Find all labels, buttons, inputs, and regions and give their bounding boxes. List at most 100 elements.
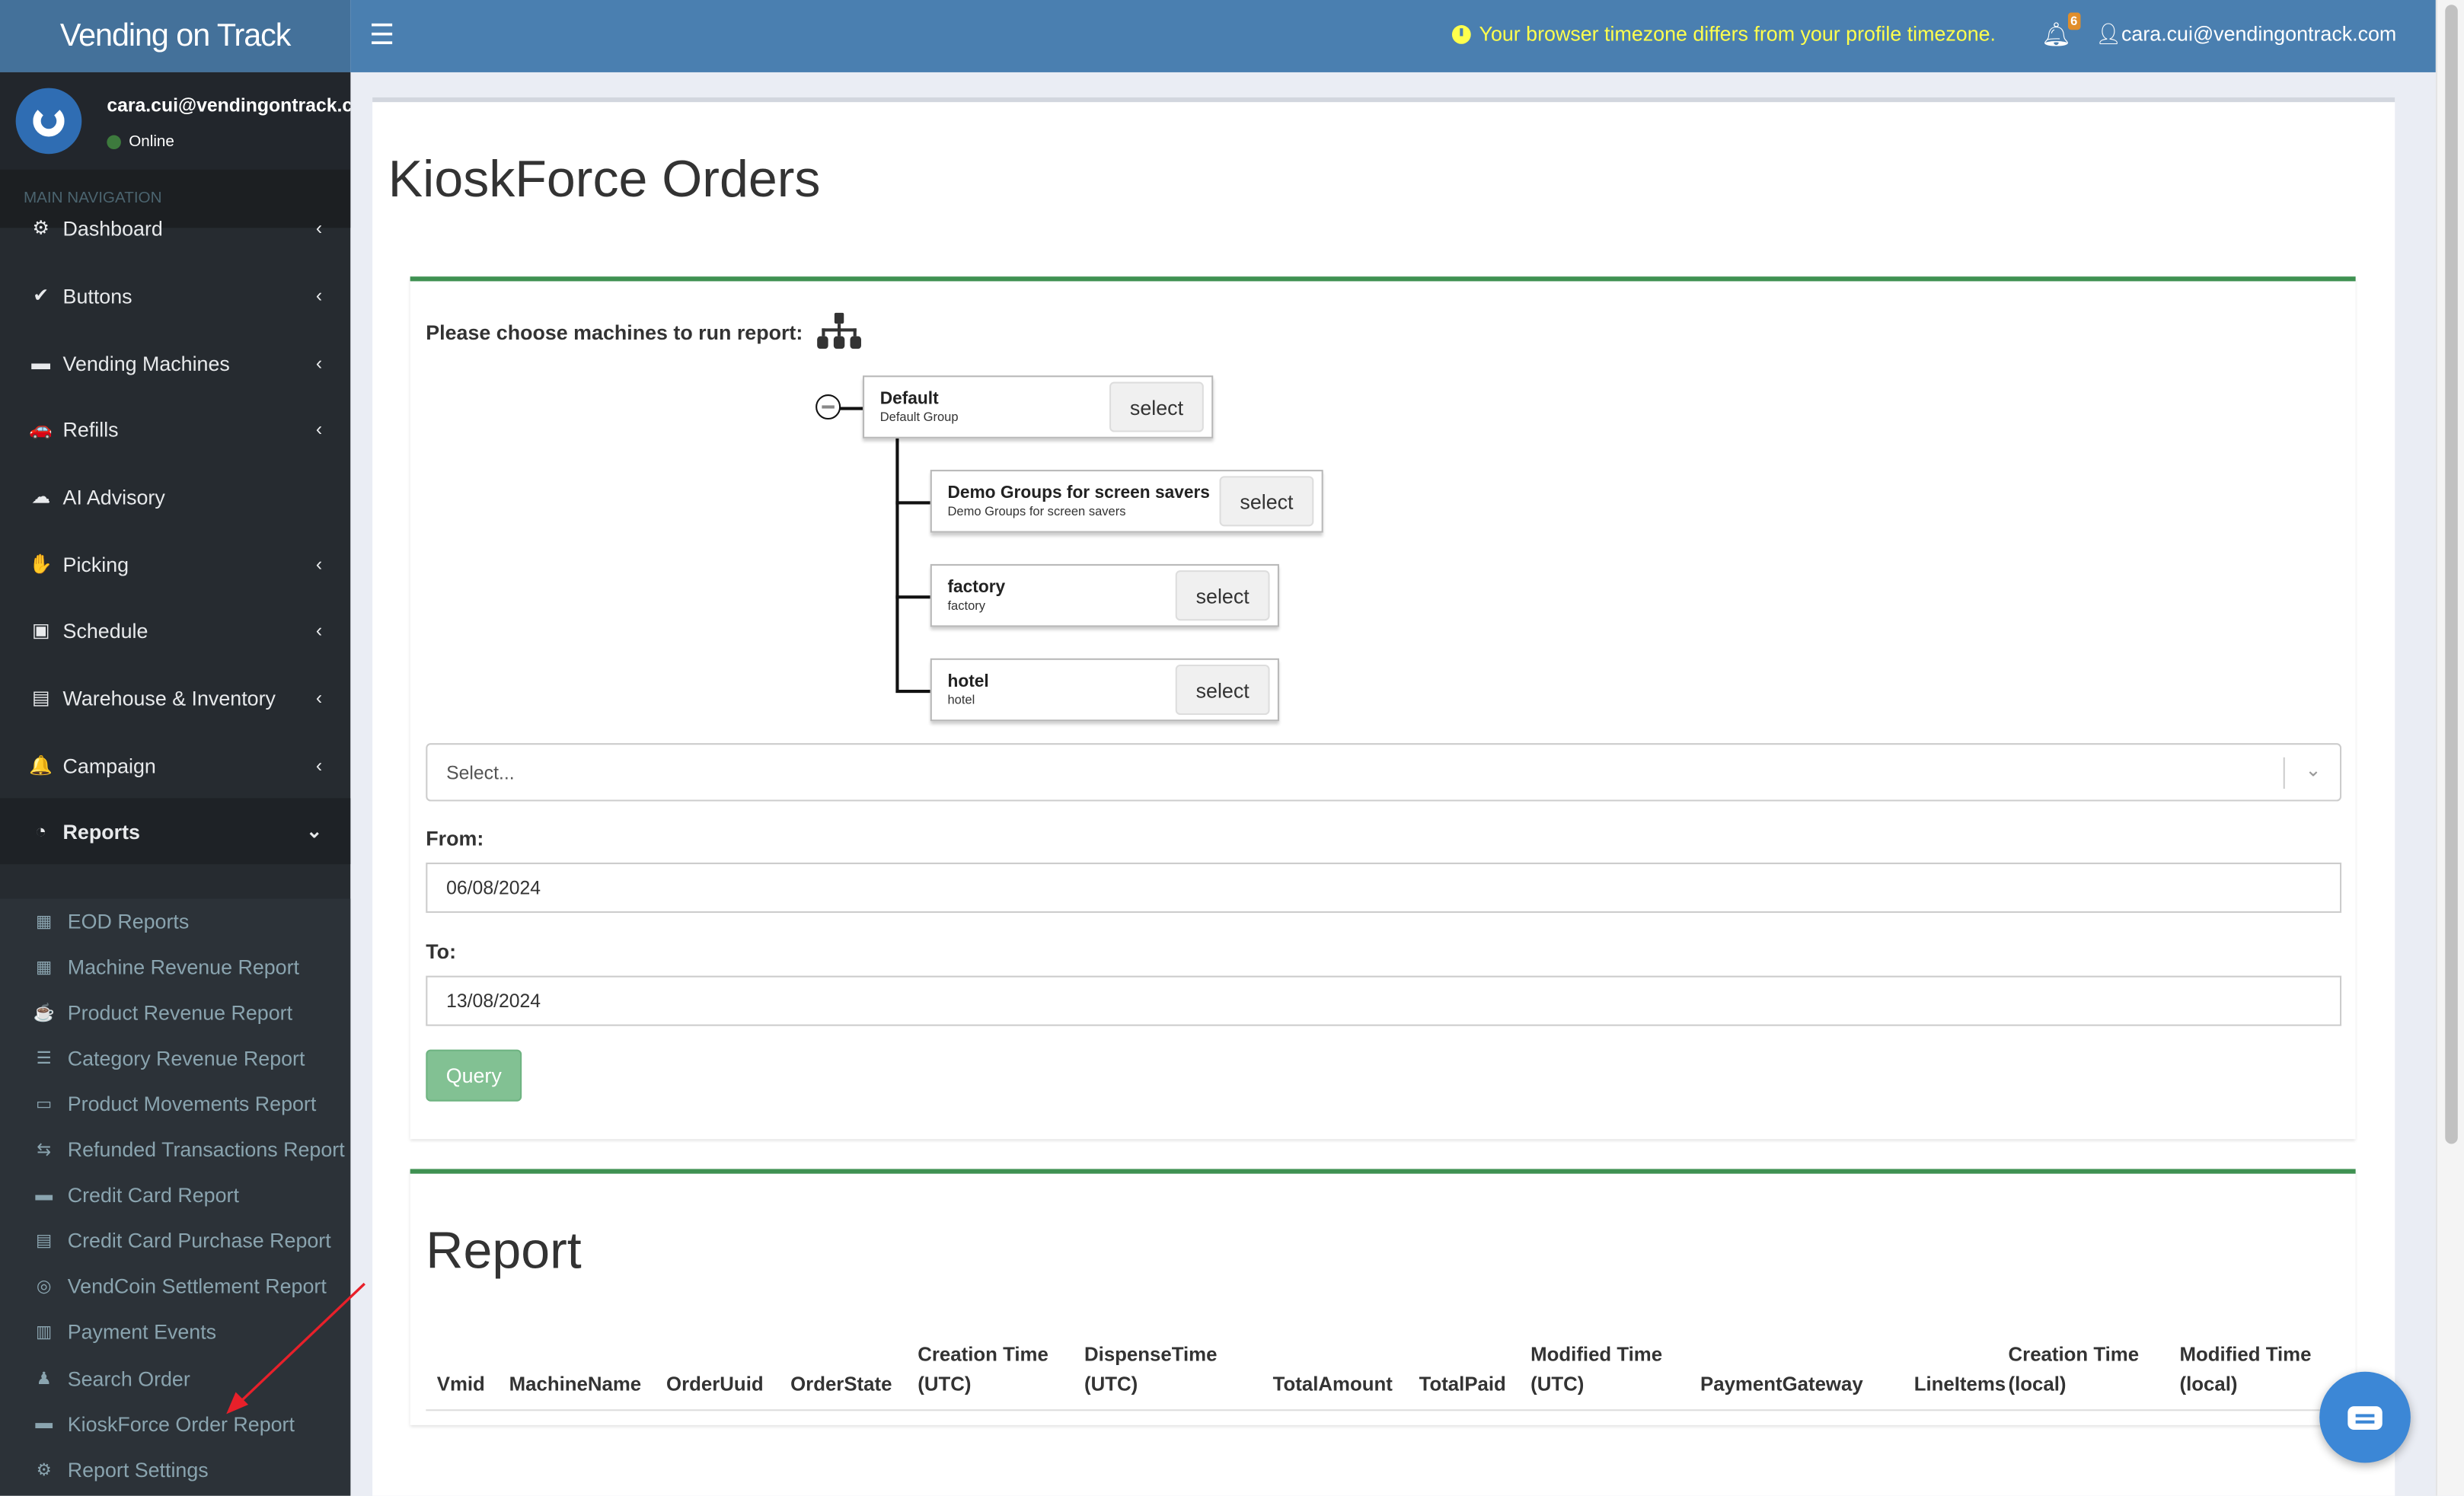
report-icon: ▤: [36, 1232, 53, 1252]
select-button[interactable]: select: [1219, 476, 1314, 527]
column-header[interactable]: PaymentGateway: [1700, 1370, 1863, 1400]
subitem-label: Product Movements Report: [67, 1092, 317, 1116]
subitem-label: Credit Card Report: [67, 1183, 239, 1207]
node-desc: Demo Groups for screen savers: [947, 504, 1126, 519]
chat-icon: [2348, 1405, 2383, 1430]
user-email: cara.cui@vendingontrack.com: [2121, 21, 2397, 46]
column-header[interactable]: TotalAmount: [1273, 1370, 1393, 1400]
sidebar-item-schedule[interactable]: ▣ Schedule ‹: [0, 597, 350, 663]
chevron-left-icon: ‹: [315, 553, 323, 576]
report-icon: ☰: [36, 1049, 52, 1068]
scrollbar-thumb[interactable]: [2445, 5, 2458, 1144]
machine-select-placeholder: Select...: [446, 761, 515, 783]
select-button[interactable]: select: [1109, 381, 1204, 432]
chevron-left-icon: ‹: [315, 619, 323, 642]
sidebar-subitem-product-movements-report[interactable]: ▭ Product Movements Report: [31, 1081, 316, 1127]
sidebar-item-warehouse-inventory[interactable]: ▤ Warehouse & Inventory ‹: [0, 665, 350, 731]
nav-icon: ▬: [31, 352, 51, 375]
app-logo[interactable]: Vending on Track: [0, 0, 351, 72]
column-header[interactable]: Vmid: [437, 1370, 485, 1400]
sidebar-subitem-credit-card-purchase-report[interactable]: ▤ Credit Card Purchase Report: [31, 1218, 331, 1264]
sidebar-item-label: Reports: [62, 819, 140, 844]
nav-icon: 🔔: [29, 754, 53, 777]
report-icon: ♟: [36, 1369, 52, 1389]
chevron-down-icon[interactable]: ⌄: [2305, 759, 2321, 781]
chevron-left-icon: ‹: [315, 754, 323, 777]
sidebar-item-refills[interactable]: 🚗 Refills ‹: [0, 396, 350, 462]
page-title: KioskForce Orders: [388, 149, 821, 208]
sitemap-icon: [816, 312, 861, 349]
nav-icon: ▤: [31, 686, 50, 709]
machine-select[interactable]: Select... ⌄: [426, 743, 2342, 802]
tree-connector: [895, 595, 930, 598]
top-navbar: ☰ Your browser timezone differs from you…: [350, 0, 2436, 72]
subitem-label: Payment Events: [67, 1320, 217, 1344]
sidebar-subitem-payment-events[interactable]: ▥ Payment Events: [31, 1309, 216, 1355]
chat-button[interactable]: [2319, 1371, 2411, 1463]
user-menu[interactable]: 👤︎cara.cui@vendingontrack.com: [2095, 22, 2396, 47]
to-date-value: 13/08/2024: [446, 990, 541, 1013]
column-header[interactable]: OrderUuid: [666, 1370, 764, 1400]
column-header[interactable]: OrderState: [790, 1370, 892, 1400]
timezone-warning: Your browser timezone differs from your …: [1452, 22, 1996, 46]
subitem-label: Search Order: [67, 1366, 190, 1390]
content-panel: KioskForce Orders Please choose machines…: [372, 97, 2395, 1496]
red-arrow-annotation: [226, 1282, 365, 1415]
chevron-left-icon: ‹: [315, 216, 323, 239]
sidebar-item-campaign[interactable]: 🔔 Campaign ‹: [0, 732, 350, 799]
subitem-label: EOD Reports: [67, 908, 190, 933]
subitem-label: Product Revenue Report: [67, 1000, 293, 1024]
clock-icon: [1452, 24, 1472, 43]
sidebar-item-dashboard[interactable]: ⚙ Dashboard ‹: [0, 195, 350, 261]
node-name: hotel: [947, 672, 989, 692]
to-date-input[interactable]: 13/08/2024: [426, 975, 2342, 1026]
bell-icon[interactable]: 🔔︎: [2041, 21, 2071, 49]
sidebar-item-label: Refills: [62, 416, 119, 441]
power-icon: [33, 105, 65, 137]
select-button[interactable]: select: [1175, 664, 1270, 716]
report-table-header: Vmid MachineName OrderUuid OrderState Creati…: [426, 1338, 2344, 1411]
page-scrollbar[interactable]: [2435, 0, 2464, 1496]
report-title: Report: [426, 1220, 582, 1279]
column-header[interactable]: Modified Time (UTC): [1530, 1340, 1672, 1399]
sidebar-subitem-machine-revenue-report[interactable]: ▦ Machine Revenue Report: [31, 944, 299, 990]
nav-icon: ✋: [29, 553, 53, 576]
collapse-node-icon[interactable]: [815, 394, 841, 420]
sidebar-item-buttons[interactable]: ✔ Buttons ‹: [0, 263, 350, 329]
nav-icon: ☁: [31, 485, 51, 508]
subitem-label: Report Settings: [67, 1457, 209, 1482]
tree-connector: [839, 407, 865, 410]
column-header[interactable]: Creation Time (UTC): [918, 1340, 1059, 1399]
choose-label-text: Please choose machines to run report:: [426, 319, 803, 343]
column-header[interactable]: DispenseTime (UTC): [1084, 1340, 1226, 1399]
tree-connector: [895, 501, 930, 504]
select-button[interactable]: select: [1175, 570, 1270, 621]
sidebar-subitem-product-revenue-report[interactable]: ☕ Product Revenue Report: [31, 990, 292, 1035]
report-icon: ▬: [35, 1185, 53, 1205]
sidebar-item-ai-advisory[interactable]: ☁ AI Advisory: [0, 464, 350, 530]
sidebar-subitem-category-revenue-report[interactable]: ☰ Category Revenue Report: [31, 1035, 305, 1081]
sidebar-subitem-search-order[interactable]: ♟ Search Order: [31, 1355, 190, 1401]
from-date-input[interactable]: 06/08/2024: [426, 863, 2342, 914]
tree-node-default: Default Default Group select: [863, 375, 1214, 439]
sidebar-subitem-eod-reports[interactable]: ▦ EOD Reports: [31, 898, 189, 943]
column-header[interactable]: Modified Time (local): [2179, 1340, 2321, 1399]
sidebar-item-reports[interactable]: ◔ Reports ⌄: [0, 798, 351, 865]
column-header[interactable]: LineItems: [1914, 1370, 2006, 1400]
query-button[interactable]: Query: [426, 1049, 522, 1102]
column-header[interactable]: Creation Time (local): [2009, 1340, 2150, 1399]
sidebar-subitem-credit-card-report[interactable]: ▬ Credit Card Report: [31, 1172, 239, 1218]
column-header[interactable]: TotalPaid: [1419, 1370, 1506, 1400]
sidebar-item-label: Schedule: [62, 618, 148, 643]
node-desc: hotel: [947, 693, 975, 707]
menu-toggle-icon[interactable]: ☰: [369, 19, 394, 52]
report-icon: ▥: [36, 1323, 53, 1343]
sidebar-subitem-report-settings[interactable]: ⚙ Report Settings: [31, 1447, 209, 1492]
sidebar-item-picking[interactable]: ✋ Picking ‹: [0, 531, 350, 598]
sidebar-subitem-refunded-transactions-report[interactable]: ⇆ Refunded Transactions Report: [31, 1127, 344, 1172]
column-header[interactable]: MachineName: [509, 1370, 641, 1400]
chevron-left-icon: ‹: [315, 352, 323, 375]
tree-trunk: [895, 438, 898, 691]
chevron-left-icon: ‹: [315, 417, 323, 440]
sidebar-item-vending-machines[interactable]: ▬ Vending Machines ‹: [0, 330, 350, 396]
